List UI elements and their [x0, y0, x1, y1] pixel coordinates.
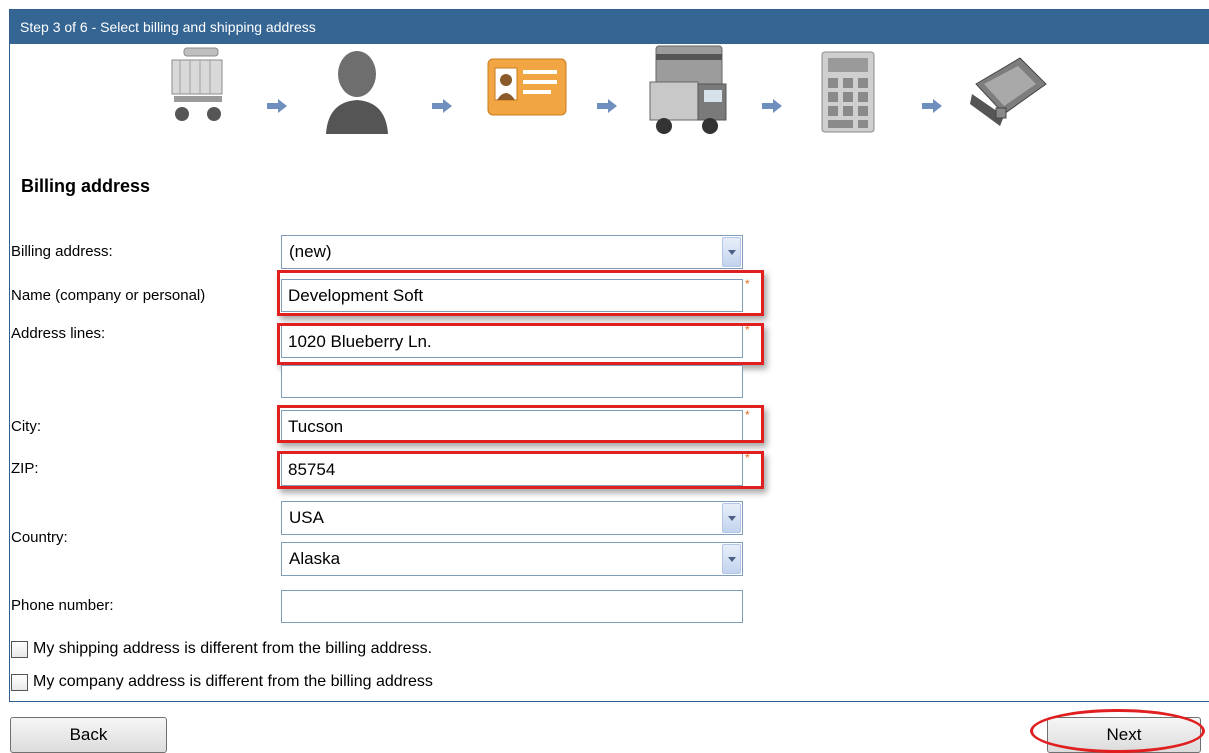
- chevron-down-icon[interactable]: [722, 544, 741, 574]
- billing-address-select[interactable]: (new): [281, 235, 743, 269]
- arrow-right-icon: [267, 99, 287, 113]
- arrow-right-icon: [922, 99, 942, 113]
- phone-label: Phone number:: [11, 597, 114, 614]
- billing-address-value: (new): [289, 242, 332, 261]
- name-highlight: [277, 270, 764, 316]
- next-highlight: [1030, 709, 1205, 753]
- section-title: Billing address: [21, 176, 151, 196]
- state-value: Alaska: [289, 549, 341, 568]
- chevron-down-icon[interactable]: [722, 237, 741, 267]
- shipping-truck-icon: [648, 44, 730, 145]
- company-different-label: My company address is different from the…: [33, 673, 433, 690]
- zip-highlight: [277, 451, 764, 489]
- billing-address-label: Billing address:: [11, 243, 113, 260]
- address-lines-label: Address lines:: [11, 325, 106, 342]
- checkout-steps: [10, 44, 1209, 144]
- country-label: Country:: [11, 529, 68, 546]
- back-button[interactable]: Back: [10, 717, 167, 753]
- address-line2-field[interactable]: [281, 365, 743, 398]
- id-card-icon: [487, 58, 567, 123]
- name-label: Name (company or personal): [11, 287, 206, 304]
- city-highlight: [277, 405, 764, 443]
- country-select[interactable]: USA: [281, 501, 743, 535]
- phone-field[interactable]: [281, 590, 743, 623]
- arrow-right-icon: [762, 99, 782, 113]
- shipping-different-row[interactable]: My shipping address is different from th…: [11, 640, 432, 658]
- city-label: City:: [11, 418, 41, 435]
- step-header: Step 3 of 6 - Select billing and shippin…: [10, 10, 1209, 44]
- address-highlight: [277, 323, 764, 365]
- arrow-right-icon: [432, 99, 452, 113]
- chevron-down-icon[interactable]: [722, 503, 741, 533]
- shipping-different-label: My shipping address is different from th…: [33, 640, 433, 657]
- shipping-different-checkbox[interactable]: [11, 640, 28, 658]
- company-different-checkbox[interactable]: [11, 673, 28, 691]
- arrow-right-icon: [597, 99, 617, 113]
- shopping-cart-icon: [162, 44, 234, 141]
- zip-label: ZIP:: [11, 460, 39, 477]
- user-icon: [322, 46, 392, 143]
- country-value: USA: [289, 508, 324, 527]
- wallet-icon: [970, 54, 1050, 135]
- calculator-icon: [820, 50, 876, 141]
- state-select[interactable]: Alaska: [281, 542, 743, 576]
- company-different-row[interactable]: My company address is different from the…: [11, 673, 433, 691]
